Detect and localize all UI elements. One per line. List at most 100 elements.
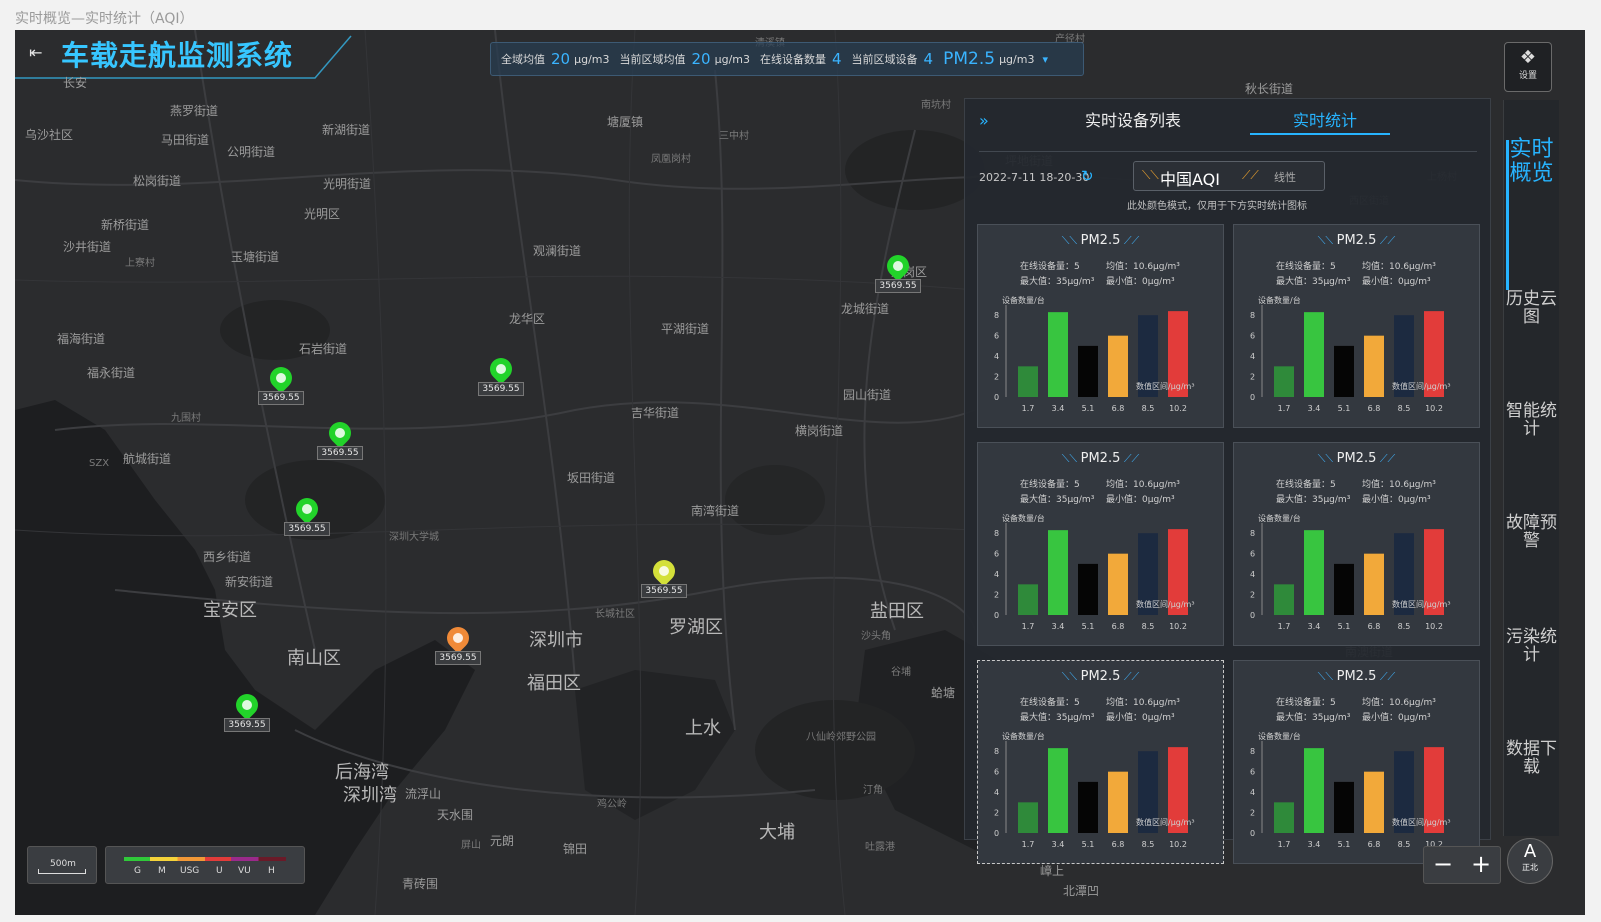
legend-level: G: [134, 866, 141, 876]
y-tick-label: 4: [994, 570, 999, 579]
map-place-label: 吐露港: [865, 842, 895, 853]
nav-item-fault-alert[interactable]: 故障预警: [1504, 514, 1559, 550]
y-tick-label: 0: [994, 829, 999, 838]
map-place-label: 南坑村: [921, 100, 951, 111]
color-mode-note: 此处颜色模式，仅用于下方实时统计图标: [1127, 201, 1307, 212]
card-title: ⟍⟍ PM2.5 ⟋⟋: [978, 451, 1223, 466]
y-tick-label: 6: [994, 768, 999, 777]
card-min: 最小值：0μg/m³: [1106, 495, 1175, 505]
y-tick-label: 4: [994, 352, 999, 361]
y-tick-label: 4: [1250, 352, 1255, 361]
device-marker[interactable]: 3569.55: [641, 555, 687, 606]
y-tick-label: 0: [994, 611, 999, 620]
back-icon[interactable]: ⇤: [29, 43, 49, 63]
x-axis-label: 数值区间/μg/m³: [1136, 599, 1195, 609]
y-tick-label: 0: [1250, 393, 1255, 402]
layers-icon: ❖: [1519, 47, 1537, 68]
stat-card[interactable]: ⟍⟍ PM2.5 ⟋⟋ 在线设备量：5 均值：10.6μg/m³ 最大值：35μg/m…: [977, 660, 1224, 864]
map-place-label: 观澜街道: [533, 244, 582, 258]
chart-bar: [1304, 312, 1324, 397]
map-place-label: 龙华区: [509, 312, 546, 326]
slash-decoration-icon: ⟋⟋: [1376, 452, 1396, 465]
stat-card[interactable]: ⟍⟍ PM2.5 ⟋⟋ 在线设备量：5 均值：10.6μg/m³ 最大值：35μg/m…: [977, 442, 1224, 646]
x-tick-label: 5.1: [1338, 622, 1351, 631]
compass-button[interactable]: A 正北: [1507, 838, 1553, 884]
card-avg: 均值：10.6μg/m³: [1362, 262, 1436, 272]
map-place-label: 上寮村: [125, 258, 155, 269]
device-marker[interactable]: 3569.55: [435, 622, 481, 673]
nav-item-smart-stats[interactable]: 智能统计: [1504, 402, 1559, 438]
x-tick-label: 5.1: [1338, 404, 1351, 413]
stat-label: 当前区域均值: [619, 53, 686, 66]
y-tick-label: 0: [1250, 829, 1255, 838]
device-marker[interactable]: 3569.55: [224, 689, 270, 740]
stat-card[interactable]: ⟍⟍ PM2.5 ⟋⟋ 在线设备量：5 均值：10.6μg/m³ 最大值：35μg/m…: [1233, 660, 1480, 864]
x-tick-label: 6.8: [1112, 622, 1125, 631]
device-marker[interactable]: 3569.55: [875, 250, 921, 301]
zoom-out-button[interactable]: −: [1424, 849, 1462, 879]
stat-card[interactable]: ⟍⟍ PM2.5 ⟋⟋ 在线设备量：5 均值：10.6μg/m³ 最大值：35μg/m…: [1233, 224, 1480, 428]
map-place-label: 乌沙社区: [25, 128, 74, 142]
bar-chart: 设备数量/台 0 2 4 6 8 1.7 3.4 5.1 6.8 8.5 10.2 数值区间/μg/m³: [1250, 295, 1451, 413]
marker-pin-icon: [265, 362, 297, 394]
card-avg: 均值：10.6μg/m³: [1362, 480, 1436, 490]
system-title: 车载走航监测系统: [61, 39, 294, 72]
stat-label: 在线设备数量: [760, 53, 826, 66]
x-tick-label: 1.7: [1278, 840, 1291, 849]
chevron-down-icon[interactable]: ▾: [1042, 53, 1048, 66]
y-tick-label: 8: [1250, 529, 1255, 538]
legend-level: USG: [180, 866, 200, 876]
slash-decoration-icon: ⟋⟋: [1120, 670, 1140, 683]
bar-chart: 设备数量/台 0 2 4 6 8 1.7 3.4 5.1 6.8 8.5 10.2 数值区间/μg/m³: [994, 513, 1195, 631]
mode-option-aqi[interactable]: 中国AQI: [1160, 166, 1220, 190]
map-place-label: 塘厦镇: [607, 115, 644, 129]
map-place-label: 长城社区: [595, 609, 635, 620]
settings-button[interactable]: ❖ 设置: [1504, 42, 1552, 92]
x-tick-label: 10.2: [1425, 622, 1443, 631]
card-online-count: 在线设备量：5: [1276, 480, 1336, 490]
y-axis-label: 设备数量/台: [1002, 731, 1045, 741]
nav-item-history[interactable]: 历史云图: [1504, 290, 1559, 326]
chart-bar: [1108, 771, 1128, 833]
x-tick-label: 1.7: [1022, 840, 1035, 849]
marker-value: 3569.55: [284, 522, 330, 536]
x-axis-label: 数值区间/μg/m³: [1392, 817, 1451, 827]
y-tick-label: 8: [994, 311, 999, 320]
bar-chart: 设备数量/台 0 2 4 6 8 1.7 3.4 5.1 6.8 8.5 10.2 数值区间/μg/m³: [1250, 513, 1451, 631]
stat-label: 全域均值: [501, 53, 545, 66]
scale-bar: 500m: [27, 846, 97, 884]
x-tick-label: 6.8: [1112, 840, 1125, 849]
map-place-label: 秋长街道: [1245, 82, 1294, 96]
marker-value: 3569.55: [224, 718, 270, 732]
map-view[interactable]: 长安 燕罗街道 乌沙社区 马田街道 新湖街道 公明街道 塘厦镇 三中村 凤凰岗村 南坑村 秋长街道松…: [15, 30, 1585, 915]
divider: [979, 151, 1477, 152]
nav-item-data-download[interactable]: 数据下载: [1504, 740, 1559, 776]
zoom-in-button[interactable]: +: [1462, 849, 1500, 879]
collapse-icon[interactable]: »: [979, 111, 989, 130]
pollutant-select[interactable]: PM2.5: [943, 49, 995, 69]
chart-bar: [1274, 802, 1294, 833]
chart-bar: [1364, 771, 1384, 833]
nav-item-pollution-stats[interactable]: 污染统计: [1504, 628, 1559, 664]
device-marker[interactable]: 3569.55: [258, 362, 304, 413]
stat-card[interactable]: ⟍⟍ PM2.5 ⟋⟋ 在线设备量：5 均值：10.6μg/m³ 最大值：35μg/m…: [977, 224, 1224, 428]
chart-bar: [1048, 748, 1068, 833]
map-place-label: 凤凰岗村: [651, 154, 691, 165]
marker-pin-icon: [324, 417, 356, 449]
slash-decoration-icon: ⟍⟍: [1317, 452, 1337, 465]
y-tick-label: 4: [1250, 570, 1255, 579]
chart-bar: [1108, 553, 1128, 615]
x-tick-label: 3.4: [1052, 404, 1065, 413]
mode-option-linear[interactable]: 线性: [1274, 169, 1296, 185]
x-tick-label: 1.7: [1022, 404, 1035, 413]
tab-realtime-stats[interactable]: 实时统计: [1293, 107, 1357, 131]
stat-card[interactable]: ⟍⟍ PM2.5 ⟋⟋ 在线设备量：5 均值：10.6μg/m³ 最大值：35μg/m…: [1233, 442, 1480, 646]
device-marker[interactable]: 3569.55: [284, 493, 330, 544]
device-marker[interactable]: 3569.55: [317, 417, 363, 468]
device-marker[interactable]: 3569.55: [478, 353, 524, 404]
map-place-label: 南山区: [287, 648, 341, 669]
nav-item-overview[interactable]: 实时概览: [1504, 138, 1559, 186]
x-tick-label: 3.4: [1052, 840, 1065, 849]
tab-device-list[interactable]: 实时设备列表: [1085, 107, 1181, 131]
refresh-icon[interactable]: ↻: [1081, 167, 1094, 185]
